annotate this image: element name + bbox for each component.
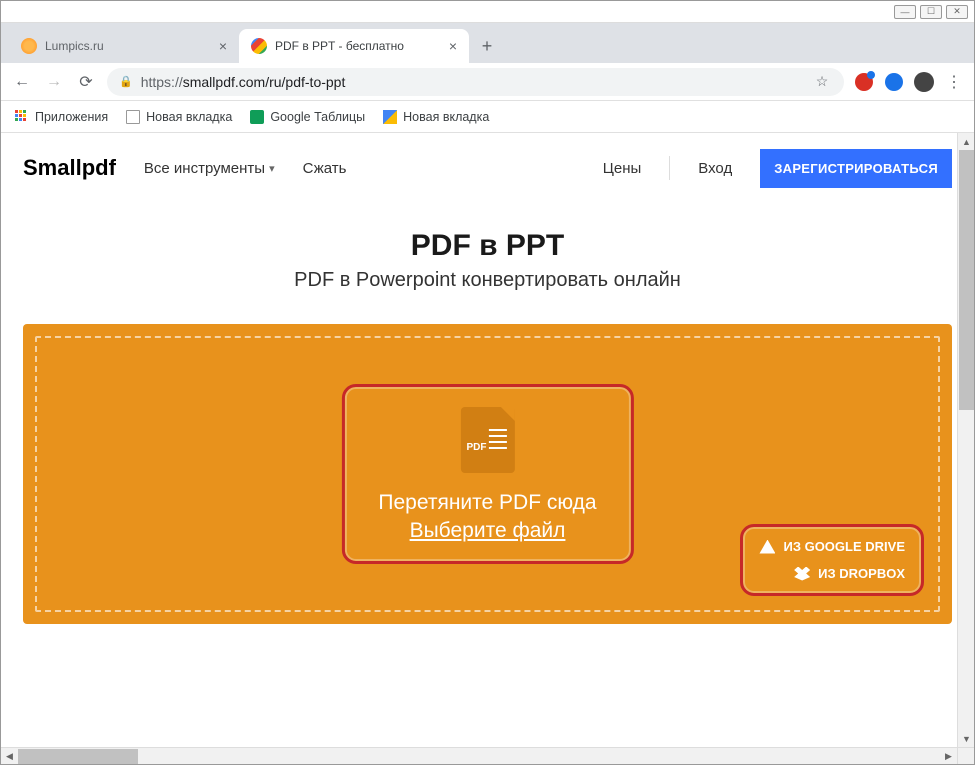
bookmark-apps[interactable]: Приложения bbox=[15, 110, 108, 124]
favicon-icon bbox=[21, 38, 37, 54]
nav-label: Цены bbox=[603, 160, 642, 177]
browser-tab-lumpics[interactable]: Lumpics.ru × bbox=[9, 29, 239, 63]
bookmark-label: Новая вкладка bbox=[403, 110, 489, 124]
from-google-drive-button[interactable]: ИЗ GOOGLE DRIVE bbox=[759, 539, 905, 554]
back-button[interactable]: ← bbox=[11, 71, 33, 93]
address-bar[interactable]: 🔒 https://smallpdf.com/ru/pdf-to-ppt ☆ bbox=[107, 68, 844, 96]
nav-pricing[interactable]: Цены bbox=[603, 160, 642, 177]
nav-label: Вход bbox=[698, 160, 732, 177]
scroll-down-arrow-icon[interactable]: ▼ bbox=[958, 730, 975, 747]
window-maximize-button[interactable]: ☐ bbox=[920, 5, 942, 19]
browser-menu-button[interactable]: ⋮ bbox=[944, 72, 964, 92]
cloud-label: ИЗ DROPBOX bbox=[818, 566, 905, 581]
vertical-scrollbar[interactable]: ▲ ▼ bbox=[957, 133, 974, 747]
apps-grid-icon bbox=[15, 110, 29, 124]
window-titlebar: — ☐ ✕ bbox=[1, 1, 974, 23]
pdf-file-icon: PDF bbox=[460, 407, 514, 473]
browser-tab-strip: Lumpics.ru × PDF в PPT - бесплатно × + bbox=[1, 23, 974, 63]
cloud-label: ИЗ GOOGLE DRIVE bbox=[783, 539, 905, 554]
profile-avatar[interactable] bbox=[914, 72, 934, 92]
bookmark-label: Новая вкладка bbox=[146, 110, 232, 124]
sheets-icon bbox=[250, 110, 264, 124]
page-content: Smallpdf Все инструменты ▾ Сжать Цены Вх… bbox=[1, 133, 974, 749]
nav-compress[interactable]: Сжать bbox=[303, 160, 347, 177]
choose-file-link[interactable]: Выберите файл bbox=[410, 519, 566, 542]
scroll-right-arrow-icon[interactable]: ▶ bbox=[940, 748, 957, 765]
url-path: smallpdf.com/ru/pdf-to-ppt bbox=[183, 74, 346, 90]
nav-login[interactable]: Вход bbox=[698, 160, 732, 177]
lock-icon: 🔒 bbox=[119, 75, 133, 88]
bookmark-label: Google Таблицы bbox=[270, 110, 365, 124]
file-dropzone[interactable]: PDF Перетяните PDF сюда Выберите файл ИЗ… bbox=[23, 324, 952, 624]
divider bbox=[669, 156, 670, 180]
page-icon bbox=[126, 110, 140, 124]
signup-label: ЗАРЕГИСТРИРОВАТЬСЯ bbox=[774, 161, 938, 176]
nav-label: Сжать bbox=[303, 160, 347, 177]
site-header: Smallpdf Все инструменты ▾ Сжать Цены Вх… bbox=[1, 133, 974, 203]
browser-tab-smallpdf[interactable]: PDF в PPT - бесплатно × bbox=[239, 29, 469, 63]
cloud-sources-highlight: ИЗ GOOGLE DRIVE ИЗ DROPBOX bbox=[740, 524, 924, 596]
page-subtitle: PDF в Powerpoint конвертировать онлайн bbox=[1, 269, 974, 292]
extension-button[interactable] bbox=[854, 72, 874, 92]
window-close-button[interactable]: ✕ bbox=[946, 5, 968, 19]
nav-label: Все инструменты bbox=[144, 160, 265, 177]
tab-close-icon[interactable]: × bbox=[219, 38, 227, 54]
bookmarks-bar: Приложения Новая вкладка Google Таблицы … bbox=[1, 101, 974, 133]
pdf-badge: PDF bbox=[466, 442, 486, 453]
bookmark-item[interactable]: Новая вкладка bbox=[126, 110, 232, 124]
site-logo[interactable]: Smallpdf bbox=[23, 155, 116, 181]
favicon-icon bbox=[251, 38, 267, 54]
extension-translate-button[interactable] bbox=[884, 72, 904, 92]
from-dropbox-button[interactable]: ИЗ DROPBOX bbox=[759, 566, 905, 581]
dropbox-icon bbox=[794, 567, 810, 581]
forward-button[interactable]: → bbox=[43, 71, 65, 93]
scroll-up-arrow-icon[interactable]: ▲ bbox=[958, 133, 975, 150]
url-scheme: https:// bbox=[141, 74, 183, 90]
upload-highlight: PDF Перетяните PDF сюда Выберите файл bbox=[341, 384, 633, 564]
drag-instruction: Перетяните PDF сюда bbox=[378, 491, 596, 515]
picture-icon bbox=[383, 110, 397, 124]
bookmark-star-icon[interactable]: ☆ bbox=[812, 72, 832, 92]
bookmark-item[interactable]: Google Таблицы bbox=[250, 110, 365, 124]
new-tab-button[interactable]: + bbox=[473, 32, 501, 60]
bookmark-item[interactable]: Новая вкладка bbox=[383, 110, 489, 124]
hero-section: PDF в PPT PDF в Powerpoint конвертироват… bbox=[1, 203, 974, 324]
tab-title: PDF в PPT - бесплатно bbox=[275, 39, 404, 53]
bookmark-label: Приложения bbox=[35, 110, 108, 124]
scrollbar-thumb[interactable] bbox=[959, 150, 974, 410]
scrollbar-thumb[interactable] bbox=[18, 749, 138, 764]
signup-button[interactable]: ЗАРЕГИСТРИРОВАТЬСЯ bbox=[760, 149, 952, 188]
scroll-left-arrow-icon[interactable]: ◀ bbox=[1, 748, 18, 765]
nav-all-tools[interactable]: Все инструменты ▾ bbox=[144, 160, 275, 177]
reload-button[interactable]: ⟳ bbox=[75, 71, 97, 93]
google-drive-icon bbox=[759, 540, 775, 554]
tab-close-icon[interactable]: × bbox=[449, 38, 457, 54]
window-minimize-button[interactable]: — bbox=[894, 5, 916, 19]
scrollbar-corner bbox=[957, 747, 974, 764]
page-title: PDF в PPT bbox=[1, 229, 974, 263]
chevron-down-icon: ▾ bbox=[269, 162, 275, 175]
browser-toolbar: ← → ⟳ 🔒 https://smallpdf.com/ru/pdf-to-p… bbox=[1, 63, 974, 101]
horizontal-scrollbar[interactable]: ◀ ▶ bbox=[1, 747, 957, 764]
tab-title: Lumpics.ru bbox=[45, 39, 104, 53]
